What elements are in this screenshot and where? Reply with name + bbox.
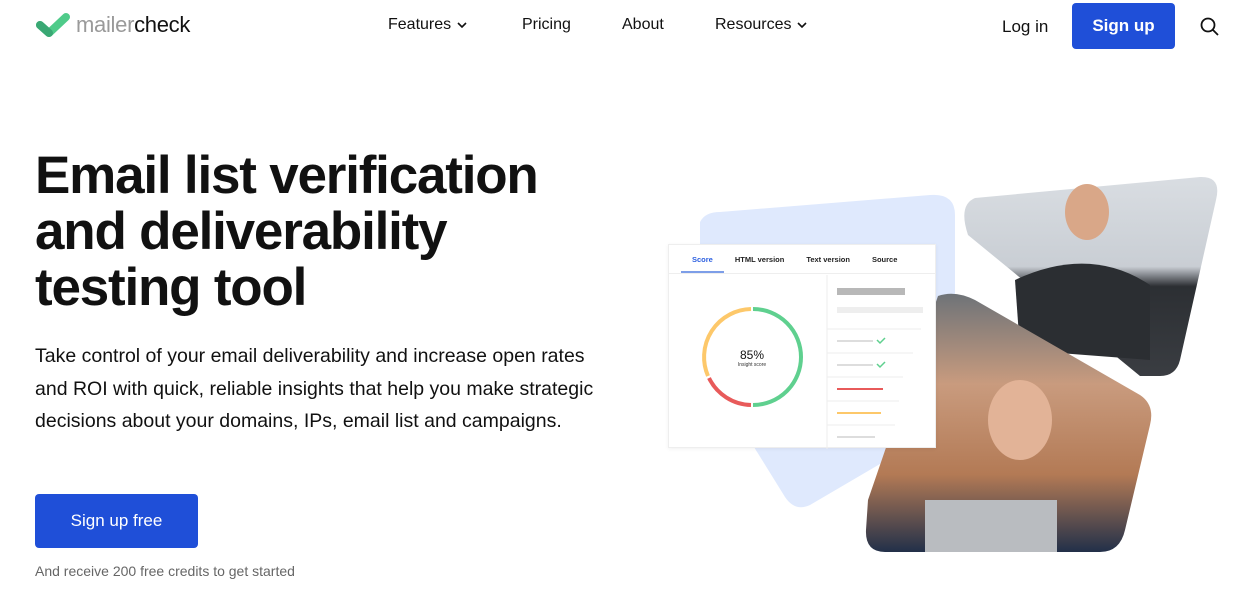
score-label: Insight score <box>737 362 767 368</box>
tab-source[interactable]: Source <box>861 245 908 273</box>
tab-html-version[interactable]: HTML version <box>724 245 795 273</box>
score-tabs: Score HTML version Text version Source <box>669 245 935 274</box>
ring-red-segment <box>707 377 752 407</box>
check-icon <box>876 337 886 345</box>
tab-text-version[interactable]: Text version <box>795 245 861 273</box>
score-value: 85% <box>739 348 765 362</box>
score-ring-chart <box>702 275 923 449</box>
score-center: 85% Insight score <box>722 348 782 368</box>
score-card: Score HTML version Text version Source 8… <box>668 244 936 449</box>
hero-illustration <box>700 176 1218 552</box>
check-icon <box>876 361 886 369</box>
tab-score[interactable]: Score <box>681 245 724 273</box>
